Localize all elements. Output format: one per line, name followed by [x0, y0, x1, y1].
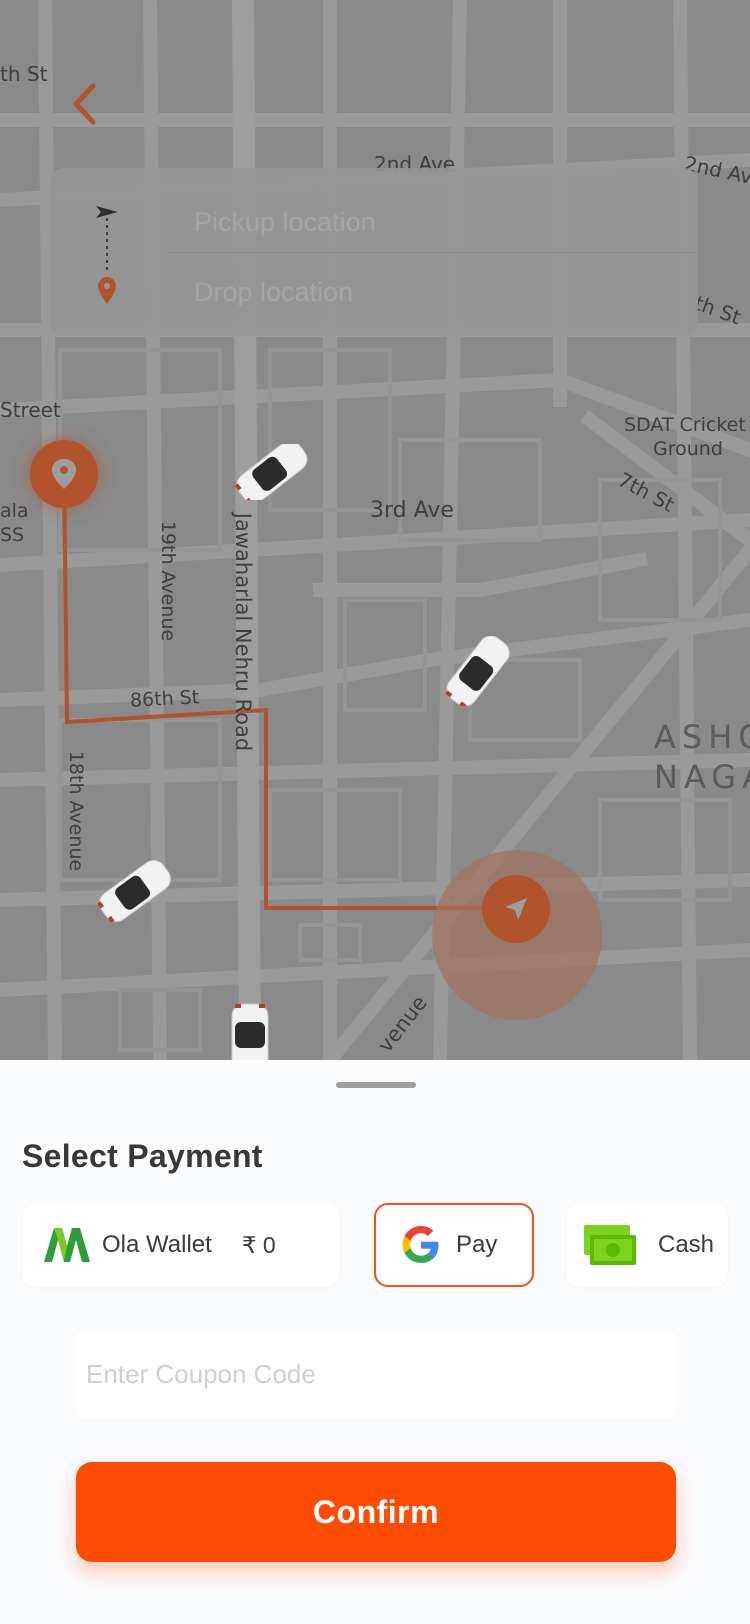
pickup-marker[interactable] [30, 440, 98, 508]
street-label: Street [0, 398, 61, 422]
location-card: Pickup location Drop location [50, 168, 698, 336]
car-icon [234, 444, 308, 500]
street-label: SS [0, 524, 25, 546]
pickup-arrow-icon [96, 206, 118, 218]
map-view[interactable]: th St 2nd Ave 2nd Av th St Street SDAT C… [0, 0, 750, 1060]
car-icon [97, 860, 171, 922]
payment-option-ola-wallet[interactable]: Ola Wallet ₹ 0 [22, 1203, 340, 1287]
destination-marker[interactable] [482, 875, 550, 943]
sheet-title: Select Payment [22, 1138, 263, 1174]
street-label: ala [0, 500, 29, 522]
street-label: Ground [653, 438, 723, 460]
back-button[interactable] [62, 78, 106, 130]
pickup-location-input[interactable]: Pickup location [170, 192, 678, 252]
payment-option-label: Ola Wallet [102, 1231, 212, 1258]
drop-location-input[interactable]: Drop location [170, 262, 678, 322]
chevron-left-icon [73, 83, 96, 125]
confirm-button[interactable]: Confirm [76, 1462, 676, 1562]
cash-icon [584, 1225, 636, 1265]
street-label: 86th St [129, 686, 200, 712]
payment-option-cash[interactable]: Cash [566, 1203, 728, 1287]
payment-sheet: Select Payment Ola Wallet ₹ 0 Pay Cash E… [0, 1060, 750, 1624]
payment-option-label: Pay [456, 1231, 498, 1258]
drop-pin-icon [98, 277, 116, 304]
google-g-icon [402, 1226, 439, 1263]
drag-handle[interactable] [336, 1082, 416, 1088]
car-icon [445, 636, 510, 706]
ola-wallet-icon [44, 1228, 90, 1262]
navigation-arrow-icon [505, 898, 527, 920]
map-pin-icon [52, 459, 76, 489]
payment-option-google-pay[interactable]: Pay [374, 1203, 534, 1287]
neighborhood-label: NAGA [654, 758, 750, 796]
car-icon [231, 1003, 269, 1060]
street-label: 19th Avenue [157, 520, 180, 642]
street-label: 18th Avenue [65, 750, 88, 872]
route-indicator [96, 206, 118, 304]
street-label: 3rd Ave [370, 498, 454, 523]
coupon-code-input[interactable]: Enter Coupon Code [76, 1330, 676, 1418]
wallet-balance: ₹ 0 [241, 1231, 276, 1258]
divider [170, 252, 698, 253]
neighborhood-label: ASHO [654, 718, 750, 756]
street-label: th St [0, 62, 48, 86]
payment-option-label: Cash [658, 1231, 715, 1258]
street-label: Jawaharlal Nehru Road [231, 512, 256, 752]
street-label: SDAT Cricket [624, 414, 746, 436]
